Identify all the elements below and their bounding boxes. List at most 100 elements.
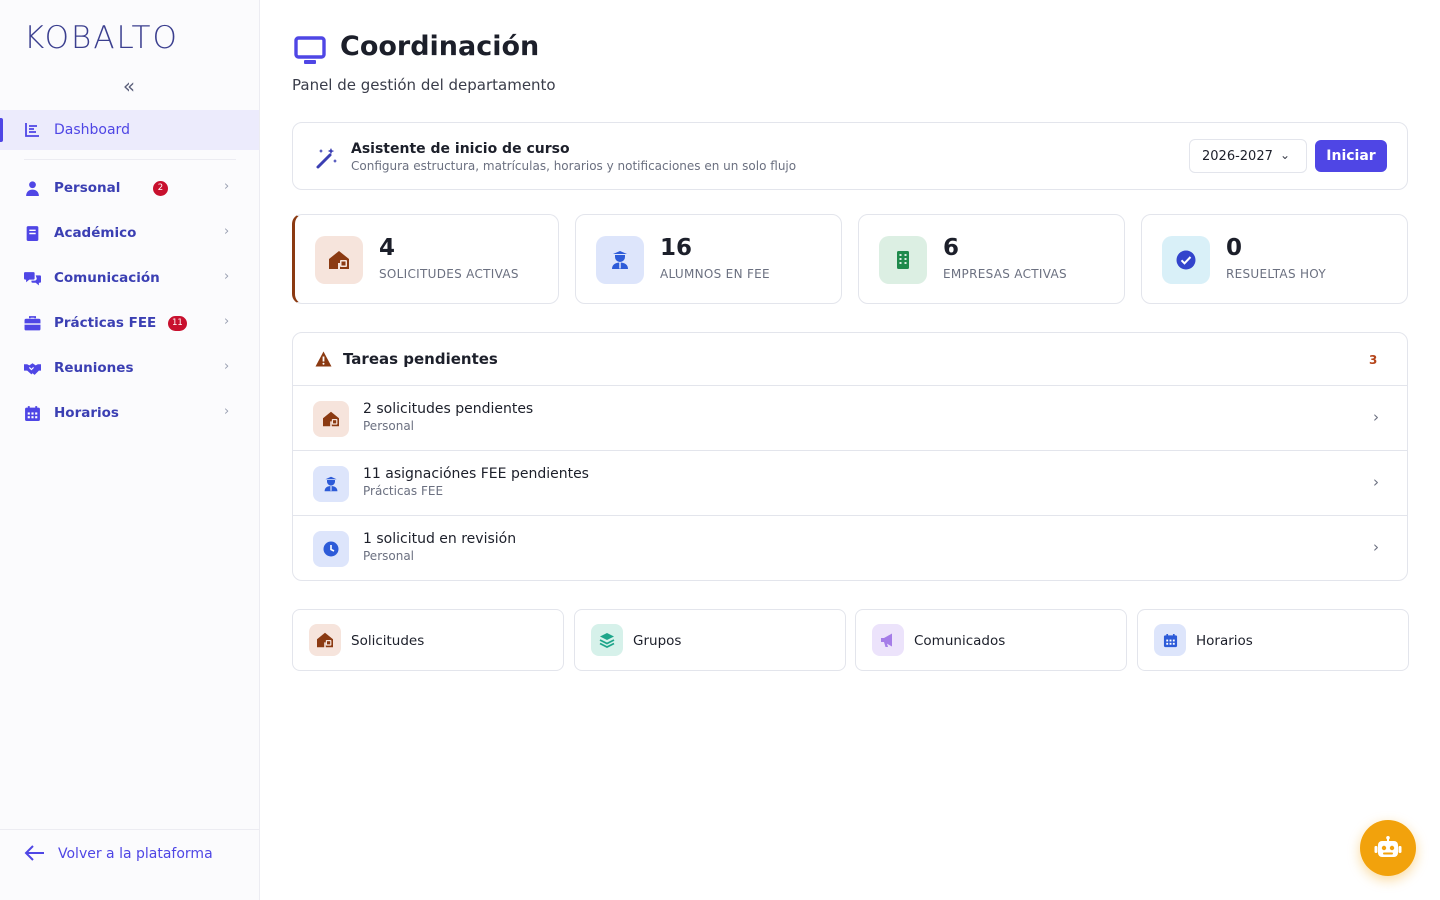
chevron-right-icon: › [1373,408,1379,426]
task-icon-tile [313,531,349,567]
pending-tasks-header: Tareas pendientes 3 [293,333,1407,386]
chevron-right-icon: › [224,269,230,284]
house-icon [329,251,349,269]
course-start-wizard: Asistente de inicio de curso Configura e… [292,122,1408,190]
chevron-right-icon: › [224,179,230,194]
sidebar-item-horarios[interactable]: Horarios › [0,393,259,433]
sidebar-item-dashboard[interactable]: Dashboard [0,110,259,150]
assistant-bot-button[interactable] [1360,820,1416,876]
stat-icon-tile [596,236,644,284]
school-year-select[interactable]: 2026-2027 ⌄ [1189,139,1307,173]
sidebar-item-label: Académico [54,225,137,241]
task-item[interactable]: 2 solicitudes pendientes Personal › [293,386,1407,451]
magic-wand-icon [316,148,337,169]
sidebar-item-label: Reuniones [54,360,134,376]
chevron-right-icon: › [224,359,230,374]
stat-value: 16 [660,235,693,261]
chevron-right-icon: › [1373,473,1379,491]
back-to-platform-link[interactable]: Volver a la plataforma [0,829,259,900]
back-link-label: Volver a la plataforma [58,846,213,862]
student-icon [612,251,628,269]
task-icon-tile [313,401,349,437]
chevron-right-icon: › [224,314,230,329]
stat-icon-tile [1162,236,1210,284]
house-icon [323,411,339,427]
task-title: 2 solicitudes pendientes [363,401,534,417]
sidebar-item-label: Personal [54,180,121,196]
stat-icon-tile [879,236,927,284]
quick-link-label: Solicitudes [351,633,425,649]
chevron-right-icon: › [224,404,230,419]
stat-label: ALUMNOS EN FEE [660,267,770,281]
start-wizard-button[interactable]: Iniciar [1315,140,1387,172]
quick-icon-tile [872,624,904,656]
calendar-icon [1163,633,1177,647]
sidebar-item-academico[interactable]: Académico › [0,213,259,253]
task-category: Personal [363,549,415,563]
chevron-right-icon: › [224,224,230,239]
stat-card-empresas[interactable]: 6 EMPRESAS ACTIVAS [858,214,1125,304]
pending-tasks-title: Tareas pendientes [343,350,498,368]
stat-label: SOLICITUDES ACTIVAS [379,267,519,281]
notification-badge: 2 [153,181,168,196]
quick-icon-tile [309,624,341,656]
warning-icon [315,351,332,367]
chevron-down-icon: ⌄ [1280,148,1291,162]
chat-icon [24,272,41,286]
collapse-sidebar-button[interactable]: « [119,74,139,98]
sidebar-item-label: Horarios [54,405,119,421]
task-icon-tile [313,466,349,502]
stat-value: 6 [943,235,960,261]
briefcase-icon [24,316,41,331]
wizard-description: Configura estructura, matrículas, horari… [351,159,797,173]
stat-card-solicitudes[interactable]: 4 SOLICITUDES ACTIVAS [292,214,559,304]
quick-link-grupos[interactable]: Grupos [574,609,846,671]
page-subtitle: Panel de gestión del departamento [292,76,556,94]
school-year-value: 2026-2027 [1202,149,1273,164]
stat-card-resueltas[interactable]: 0 RESUELTAS HOY [1141,214,1408,304]
stat-card-alumnos[interactable]: 16 ALUMNOS EN FEE [575,214,842,304]
pending-tasks-panel: Tareas pendientes 3 2 solicitudes pendie… [292,332,1408,581]
pending-tasks-count: 3 [1369,353,1378,367]
book-icon [26,226,39,241]
task-item[interactable]: 1 solicitud en revisión Personal › [293,516,1407,580]
quick-link-horarios[interactable]: Horarios [1137,609,1409,671]
monitor-icon [294,36,326,64]
clock-icon [323,541,339,557]
sidebar: KOBALTO « Dashboard Personal 2 › Académi… [0,0,260,900]
calendar-icon [25,406,40,421]
sidebar-item-practicas-fee[interactable]: Prácticas FEE 11 › [0,303,259,343]
stat-icon-tile [315,236,363,284]
notification-badge: 11 [168,316,187,331]
student-icon [324,476,338,492]
quick-link-solicitudes[interactable]: Solicitudes [292,609,564,671]
sidebar-item-label: Prácticas FEE [54,315,157,331]
stat-label: EMPRESAS ACTIVAS [943,267,1067,281]
quick-link-label: Grupos [633,633,682,649]
sidebar-item-label: Dashboard [54,122,130,138]
sidebar-item-personal[interactable]: Personal 2 › [0,168,259,208]
building-icon [897,251,909,269]
handshake-icon [24,363,41,375]
sidebar-item-label: Comunicación [54,270,160,286]
task-category: Personal [363,419,415,433]
quick-icon-tile [591,624,623,656]
user-icon [26,181,39,196]
stat-value: 0 [1226,235,1243,261]
megaphone-icon [881,633,892,647]
app-logo: KOBALTO [24,20,179,56]
quick-link-label: Horarios [1196,633,1253,649]
task-item[interactable]: 11 asignaciónes FEE pendientes Prácticas… [293,451,1407,516]
check-icon [1176,250,1196,270]
sidebar-item-comunicacion[interactable]: Comunicación › [0,258,259,298]
sidebar-item-reuniones[interactable]: Reuniones › [0,348,259,388]
task-title: 1 solicitud en revisión [363,531,517,547]
sidebar-divider [24,159,236,160]
house-icon [317,632,333,648]
quick-link-label: Comunicados [914,633,1006,649]
task-category: Prácticas FEE [363,484,444,498]
wizard-title: Asistente de inicio de curso [351,141,570,157]
arrow-left-icon [24,845,44,861]
stat-value: 4 [379,235,396,261]
quick-link-comunicados[interactable]: Comunicados [855,609,1127,671]
